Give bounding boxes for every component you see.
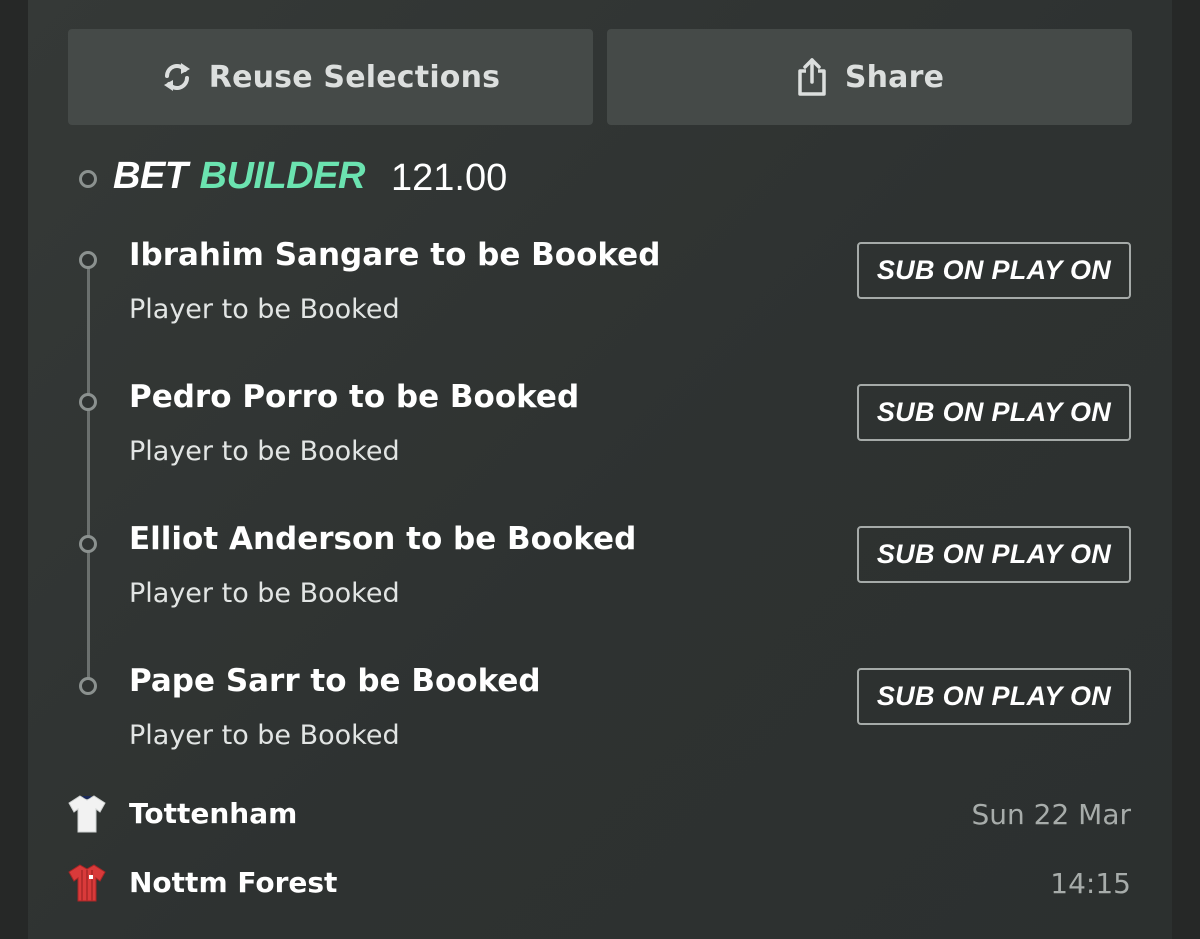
selection-market: Player to be Booked [129, 578, 400, 609]
selection-market: Player to be Booked [129, 294, 400, 325]
share-button[interactable]: Share [607, 29, 1132, 125]
home-team-name: Tottenham [129, 797, 298, 830]
selection-node [79, 393, 97, 411]
reuse-selections-label: Reuse Selections [208, 59, 501, 95]
bet-type-part2: BUILDER [199, 155, 366, 197]
bet-odds: 121.00 [391, 157, 508, 199]
selection-market: Player to be Booked [129, 436, 400, 467]
selection-title: Ibrahim Sangare to be Booked [129, 237, 661, 273]
refresh-icon [161, 59, 193, 95]
sub-on-play-on-badge: SUB ON PLAY ON [857, 526, 1131, 583]
reuse-selections-button[interactable]: Reuse Selections [68, 29, 593, 125]
away-team-name: Nottm Forest [129, 866, 338, 899]
selection-market: Player to be Booked [129, 720, 400, 751]
selection-title: Pape Sarr to be Booked [129, 663, 541, 699]
share-icon [795, 56, 829, 98]
sub-on-play-on-badge: SUB ON PLAY ON [857, 242, 1131, 299]
selection-node [79, 677, 97, 695]
sub-on-play-on-badge: SUB ON PLAY ON [857, 668, 1131, 725]
bet-type-part1: BET [113, 155, 188, 197]
bet-node [79, 170, 97, 188]
bet-type-title: BET BUILDER [113, 155, 365, 205]
share-label: Share [844, 59, 945, 95]
away-kit-shirt-icon [66, 862, 108, 908]
match-time: 14:15 [1050, 867, 1131, 900]
selection-timeline [87, 262, 90, 684]
selection-title: Elliot Anderson to be Booked [129, 521, 637, 557]
selection-node [79, 535, 97, 553]
match-date: Sun 22 Mar [971, 798, 1131, 831]
sub-on-play-on-badge: SUB ON PLAY ON [857, 384, 1131, 441]
selection-title: Pedro Porro to be Booked [129, 379, 580, 415]
home-kit-shirt-icon [66, 793, 108, 839]
selection-node [79, 251, 97, 269]
